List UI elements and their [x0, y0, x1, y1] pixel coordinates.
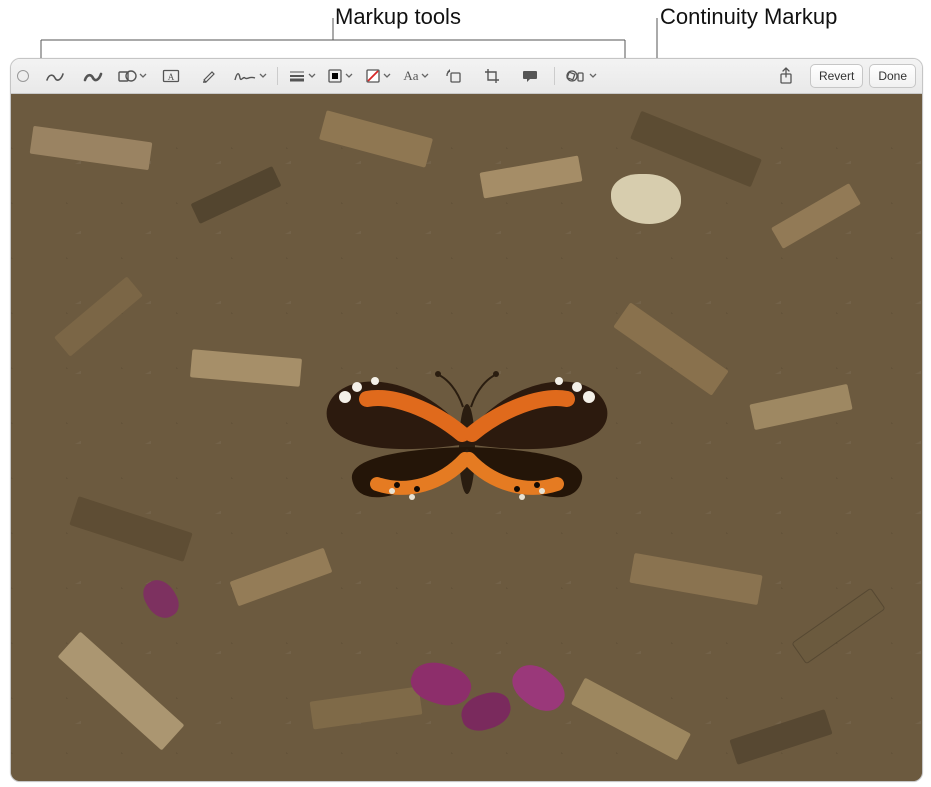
crop-button[interactable]: [474, 64, 510, 88]
callouts-area: Markup tools Continuity Markup: [0, 0, 931, 58]
text-style-icon: Aa: [403, 68, 418, 84]
window-control-icon[interactable]: [17, 70, 29, 82]
image-description-button[interactable]: [512, 64, 548, 88]
butterfly: [297, 339, 637, 559]
shapes-button[interactable]: [113, 64, 151, 88]
chevron-down-icon: [139, 72, 147, 80]
image-canvas[interactable]: [11, 94, 922, 782]
crop-icon: [484, 68, 500, 84]
markup-window: A: [10, 58, 923, 782]
done-label: Done: [878, 69, 907, 83]
sketch-button[interactable]: [37, 64, 73, 88]
svg-text:A: A: [168, 72, 175, 82]
text-icon: A: [162, 68, 180, 84]
highlight-button[interactable]: [191, 64, 227, 88]
chevron-down-icon: [259, 72, 267, 80]
sketch-icon: [45, 68, 65, 84]
fill-color-button[interactable]: [360, 64, 396, 88]
rotate-icon: [445, 68, 463, 84]
sign-icon: [233, 68, 257, 84]
continuity-markup-button[interactable]: [561, 64, 601, 88]
border-color-button[interactable]: [322, 64, 358, 88]
shape-style-button[interactable]: [284, 64, 320, 88]
chevron-down-icon: [345, 72, 353, 80]
chevron-down-icon: [308, 72, 316, 80]
shape-style-icon: [288, 68, 306, 84]
fill-color-icon: [365, 68, 381, 84]
shapes-icon: [117, 68, 137, 84]
sign-button[interactable]: [229, 64, 271, 88]
text-style-button[interactable]: Aa: [398, 64, 434, 88]
rotate-button[interactable]: [436, 64, 472, 88]
share-button[interactable]: [768, 64, 804, 88]
revert-label: Revert: [819, 69, 854, 83]
revert-button[interactable]: Revert: [810, 64, 863, 88]
toolbar: A: [11, 59, 922, 94]
done-button[interactable]: Done: [869, 64, 916, 88]
image-description-icon: [521, 68, 539, 84]
text-button[interactable]: A: [153, 64, 189, 88]
callout-lines: [0, 0, 931, 60]
continuity-markup-icon: [565, 68, 587, 84]
chevron-down-icon: [589, 72, 597, 80]
draw-button[interactable]: [75, 64, 111, 88]
toolbar-divider: [554, 67, 555, 85]
chevron-down-icon: [383, 72, 391, 80]
draw-icon: [83, 68, 103, 84]
highlight-icon: [200, 68, 218, 84]
share-icon: [778, 67, 794, 85]
toolbar-divider: [277, 67, 278, 85]
border-color-icon: [327, 68, 343, 84]
chevron-down-icon: [421, 72, 429, 80]
